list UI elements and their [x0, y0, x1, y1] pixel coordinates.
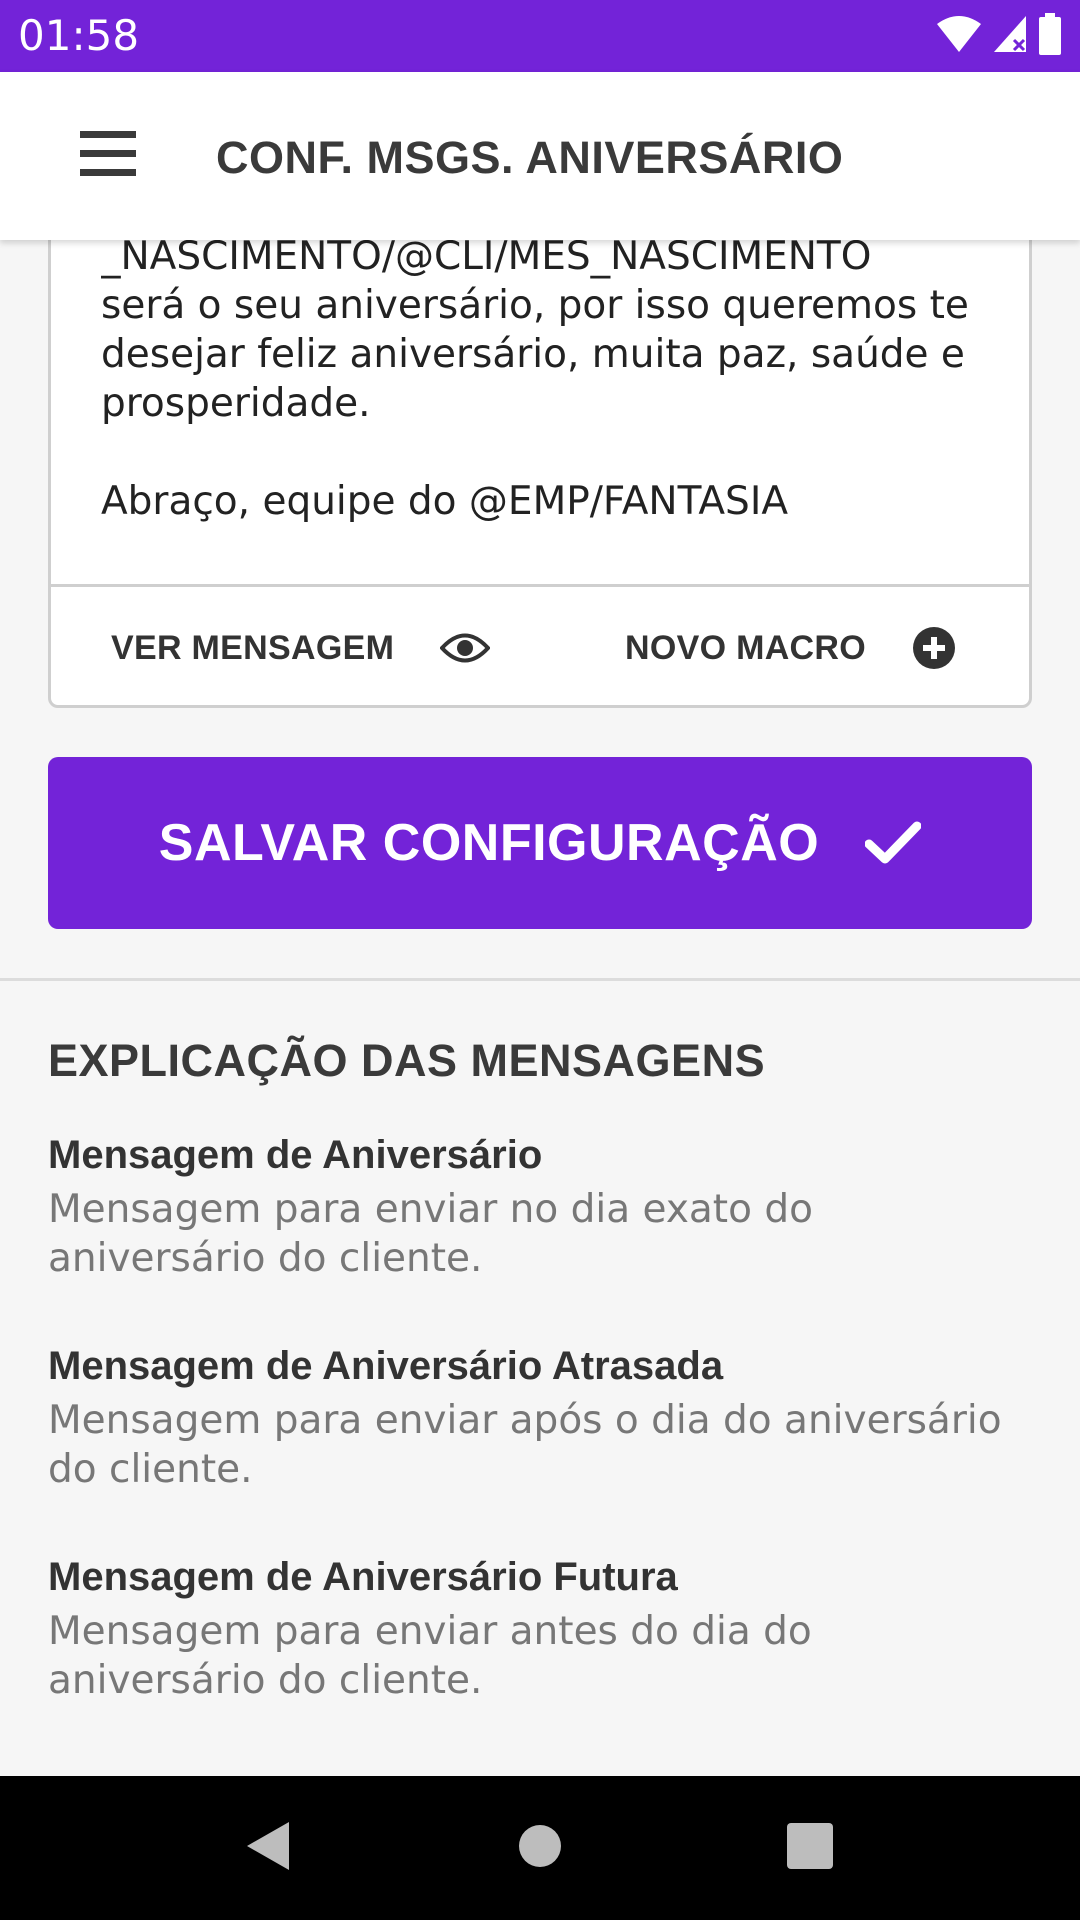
view-message-label: VER MENSAGEM [111, 628, 395, 667]
explanation-item: Mensagem de Aniversário Atrasada Mensage… [48, 1342, 1038, 1494]
scroll-content[interactable]: Olá @CLI/NOME neste dia @CLI/DIA _NASCIM… [0, 240, 1080, 1776]
app-bar: CONF. MSGS. ANIVERSÁRIO [0, 72, 1080, 240]
explanation-item: Mensagem de Aniversário Mensagem para en… [48, 1131, 1038, 1283]
explanation-item: Mensagem de Aniversário Futura Mensagem … [48, 1553, 1038, 1705]
new-macro-label: NOVO MACRO [625, 628, 866, 667]
save-configuration-label: SALVAR CONFIGURAÇÃO [158, 814, 820, 872]
eye-icon [440, 631, 491, 665]
explanation-title: EXPLICAÇÃO DAS MENSAGENS [48, 1035, 766, 1086]
message-editor-card: Olá @CLI/NOME neste dia @CLI/DIA _NASCIM… [48, 240, 1032, 708]
new-macro-button[interactable]: NOVO MACRO [625, 601, 956, 695]
wifi-icon [936, 14, 982, 59]
back-button[interactable] [198, 1776, 338, 1920]
check-icon [865, 821, 922, 865]
status-icons [936, 12, 1062, 60]
status-bar: 01:58 [0, 0, 1080, 72]
explanation-section: EXPLICAÇÃO DAS MENSAGENS Mensagem de Ani… [0, 981, 1080, 1776]
plus-circle-icon [912, 626, 956, 670]
explanation-item-description: Mensagem para enviar no dia exato do ani… [48, 1187, 813, 1281]
page-title: CONF. MSGS. ANIVERSÁRIO [216, 132, 844, 183]
back-icon [245, 1820, 291, 1877]
explanation-item-description: Mensagem para enviar antes do dia do ani… [48, 1609, 812, 1703]
status-time: 01:58 [18, 11, 140, 60]
navigation-bar [0, 1776, 1080, 1920]
view-message-button[interactable]: VER MENSAGEM [111, 601, 491, 695]
battery-icon [1038, 12, 1062, 60]
editor-divider [51, 584, 1029, 587]
save-configuration-button[interactable]: SALVAR CONFIGURAÇÃO [48, 757, 1032, 929]
hamburger-menu-icon [80, 130, 136, 182]
home-button[interactable] [470, 1776, 610, 1920]
message-textarea[interactable]: Olá @CLI/NOME neste dia @CLI/DIA _NASCIM… [101, 240, 1001, 529]
home-icon [518, 1824, 562, 1873]
explanation-item-title: Mensagem de Aniversário Atrasada [48, 1344, 724, 1388]
cell-signal-icon [992, 14, 1028, 59]
menu-button[interactable] [56, 114, 160, 198]
explanation-item-description: Mensagem para enviar após o dia do anive… [48, 1398, 1002, 1492]
explanation-item-title: Mensagem de Aniversário Futura [48, 1555, 678, 1599]
explanation-item-title: Mensagem de Aniversário [48, 1133, 543, 1177]
recents-icon [787, 1822, 833, 1874]
recents-button[interactable] [740, 1776, 880, 1920]
